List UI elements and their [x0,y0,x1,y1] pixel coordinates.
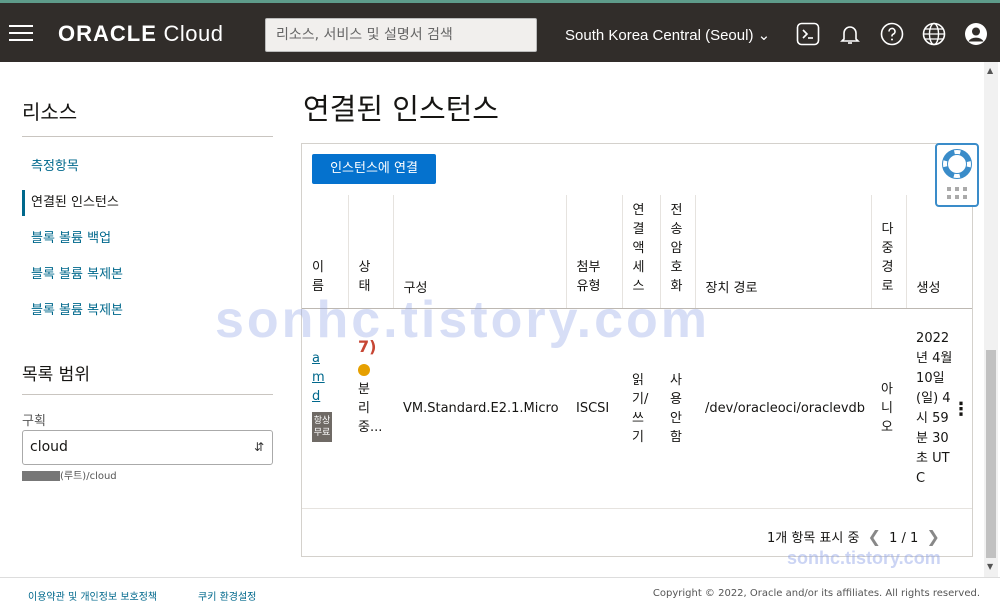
chevron-down-icon: ⌄ [757,27,771,44]
column-header-multipath[interactable]: 다중 경로 [882,220,895,296]
globe-icon[interactable] [922,22,946,46]
cookie-preferences-link[interactable]: 쿠키 환경설정 [198,588,256,603]
always-free-badge: 항상 무료 [312,412,332,442]
column-header-shape[interactable]: 구성 [393,195,567,309]
multipath-cell: 아니오 [881,382,894,435]
search-input[interactable]: 리소스, 서비스 및 설명서 검색 [265,18,537,52]
scrollbar-thumb[interactable] [986,350,996,558]
user-avatar-icon[interactable] [964,22,988,46]
pagination: 1개 항목 표시 중 ❮ 1 / 1 ❯ [767,527,944,546]
column-header-created[interactable]: 생성 [906,195,972,309]
column-header-state[interactable]: 상태 [359,258,372,296]
sidebar-item-volume-replicas[interactable]: 블록 볼륨 복제본 [22,298,272,324]
terms-privacy-link[interactable]: 이용약관 및 개인정보 보호정책 [28,588,157,603]
list-scope-title: 목록 범위 [22,365,90,385]
select-arrows-icon: ⇵ [253,440,264,454]
oracle-cloud-logo[interactable]: ORACLE Cloud [58,21,224,47]
sidebar-item-attached-instances[interactable]: 연결된 인스턴스 [22,190,272,216]
device-path-cell: /dev/oracleoci/oraclevdb [695,308,872,509]
resources-sidebar: 리소스 측정항목 연결된 인스턴스 블록 볼륨 백업 블록 볼륨 복제본 블록 … [0,62,290,577]
page-title: 연결된 인스턴스 [303,92,499,126]
region-selector[interactable]: South Korea Central (Seoul) ⌄ [565,26,770,44]
sidebar-item-volume-backups[interactable]: 블록 볼륨 백업 [22,226,272,252]
top-navigation-bar: ORACLE Cloud 리소스, 서비스 및 설명서 검색 South Kor… [0,0,1000,62]
bell-icon[interactable] [838,22,862,46]
lifebuoy-icon [942,149,972,179]
scroll-up-icon[interactable]: ▲ [987,66,993,75]
column-header-encryption[interactable]: 전송 암호화 [671,201,684,296]
redacted-tenancy [22,471,60,481]
attach-to-instance-button[interactable]: 인스턴스에 연결 [312,154,436,184]
divider [22,394,273,395]
divider [22,136,273,137]
pager-summary: 1개 항목 표시 중 [767,531,860,546]
next-page-icon[interactable]: ❯ [922,527,943,546]
copyright-text: Copyright © 2022, Oracle and/or its affi… [652,588,980,599]
grid-dots-icon [947,187,967,199]
attached-instances-table: 이름 상태 구성 첨부 유형 연결 액세스 전송 암호화 장치 경로 다중 경로… [302,195,972,509]
page-info: 1 / 1 [889,531,919,546]
page-footer: 이용약관 및 개인정보 보호정책 쿠키 환경설정 Copyright © 202… [0,577,1000,610]
compartment-select[interactable]: cloud ⇵ [22,430,273,465]
access-cell: 읽기/쓰기 [632,372,649,445]
compartment-path: (루트)/cloud [22,467,117,482]
sidebar-item-volume-clones[interactable]: 블록 볼륨 복제본 [22,262,272,288]
attach-type-cell: ISCSI [566,308,622,509]
column-header-access[interactable]: 연결 액세스 [633,201,646,296]
encryption-cell: 사용 안함 [670,372,682,445]
menu-icon[interactable] [9,25,33,43]
support-lifebuoy-widget[interactable] [935,143,979,207]
status-dot-icon [358,364,370,376]
table-header-row: 이름 상태 구성 첨부 유형 연결 액세스 전송 암호화 장치 경로 다중 경로… [302,195,972,309]
cloud-shell-icon[interactable] [796,22,820,46]
sidebar-title: 리소스 [22,100,78,124]
scroll-down-icon[interactable]: ▼ [987,562,993,571]
column-header-name[interactable]: 이름 [312,258,325,296]
step-annotation: 7) [358,337,377,356]
instance-name-link[interactable]: amd [312,349,325,406]
sidebar-item-metrics[interactable]: 측정항목 [22,154,272,180]
shape-cell: VM.Standard.E2.1.Micro [393,308,566,509]
table-row: amd 항상 무료 7) 분리 중... VM.Standard.E2.1.Mi… [302,308,972,509]
status-text: 분리 중... [358,382,383,435]
vertical-scrollbar[interactable]: ▲ ▼ [984,62,998,577]
column-header-attach-type[interactable]: 첨부 유형 [577,258,603,296]
row-actions-kebab-icon[interactable]: ⋮ [952,399,970,420]
compartment-label: 구획 [22,414,46,429]
prev-page-icon[interactable]: ❮ [864,527,885,546]
help-icon[interactable] [880,22,904,46]
column-header-device-path[interactable]: 장치 경로 [695,195,872,309]
